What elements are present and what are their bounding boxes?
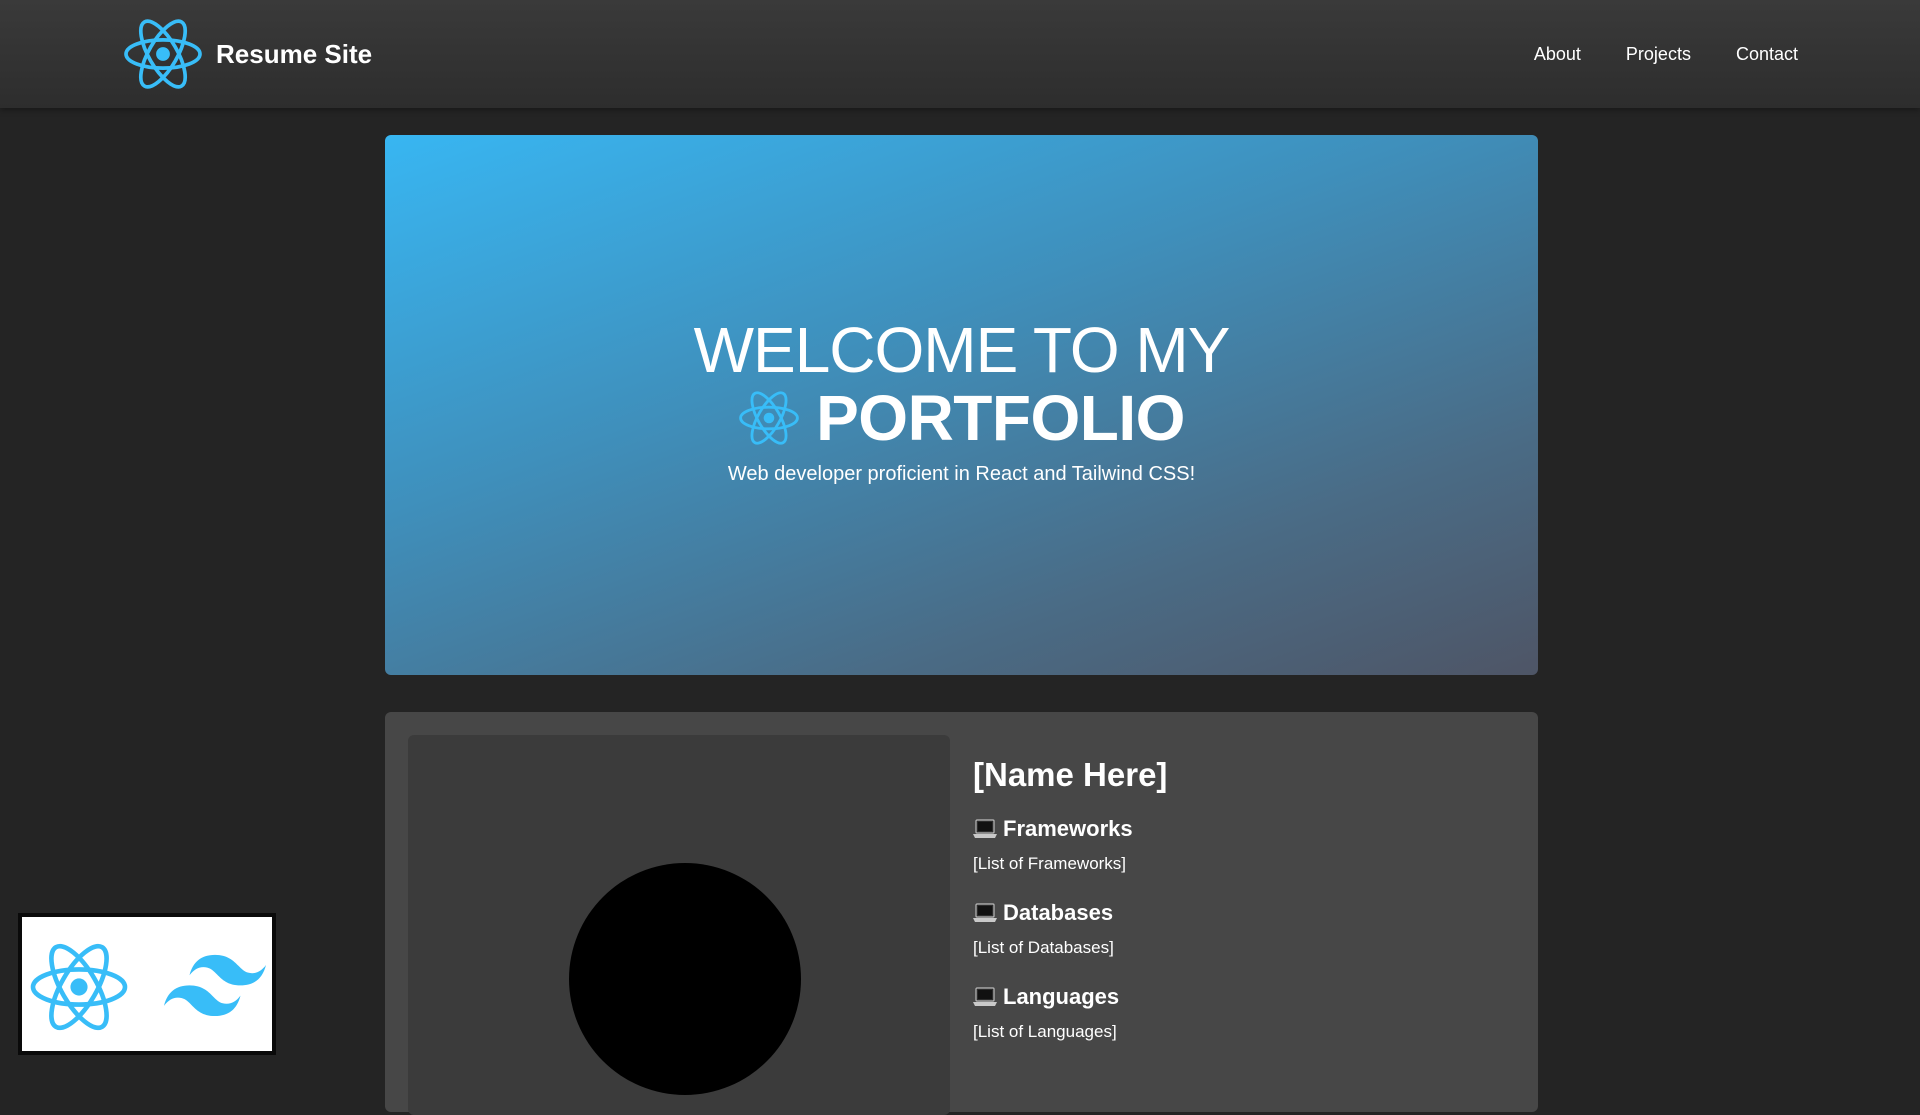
- section-title: Frameworks: [1003, 816, 1133, 841]
- profile-name: [Name Here]: [973, 756, 1168, 793]
- nav-links: About Projects Contact: [1489, 0, 1798, 108]
- laptop-icon: [973, 819, 997, 838]
- profile-details: [Name Here] Frameworks [List of Framewor…: [973, 756, 1167, 1066]
- hero-heading-line2: PORTFOLIO: [385, 382, 1538, 454]
- hero-banner: WELCOME TO MY PORTFOLIO Web developer pr…: [385, 135, 1538, 675]
- section-body: [List of Languages]: [973, 1022, 1117, 1041]
- brand-link[interactable]: Resume Site: [122, 17, 372, 91]
- section-body: [List of Databases]: [973, 938, 1114, 957]
- hero-heading-line1: WELCOME TO MY: [693, 314, 1231, 386]
- section-title: Languages: [1003, 984, 1120, 1009]
- laptop-icon: [973, 903, 997, 922]
- tech-stack-badge: [18, 913, 276, 1055]
- top-navbar: Resume Site About Projects Contact: [0, 0, 1920, 108]
- hero-content: WELCOME TO MY PORTFOLIO Web developer pr…: [385, 315, 1538, 486]
- profile-card: [Name Here] Frameworks [List of Framewor…: [385, 712, 1538, 1115]
- react-atom-icon: [739, 391, 799, 445]
- brand-title: Resume Site: [216, 38, 373, 69]
- hero-subtitle: Web developer proficient in React and Ta…: [727, 463, 1196, 485]
- section-heading: Databases: [973, 898, 1167, 928]
- section-heading: Frameworks: [973, 814, 1167, 844]
- avatar: [569, 863, 801, 1095]
- nav-link-projects[interactable]: Projects: [1626, 44, 1691, 65]
- tailwind-icon: [164, 954, 266, 1017]
- section-body: [List of Frameworks]: [973, 854, 1127, 873]
- skills-section-frameworks: Frameworks [List of Frameworks]: [973, 814, 1167, 874]
- nav-link-about[interactable]: About: [1534, 44, 1581, 65]
- section-heading: Languages: [973, 982, 1167, 1012]
- nav-link-contact[interactable]: Contact: [1736, 44, 1798, 65]
- photo-panel: [408, 735, 950, 1115]
- react-atom-icon: [124, 19, 202, 89]
- hero-portfolio-word: PORTFOLIO: [816, 382, 1185, 454]
- skills-section-languages: Languages [List of Languages]: [973, 982, 1167, 1042]
- react-atom-icon: [30, 943, 128, 1031]
- laptop-icon: [973, 987, 997, 1006]
- skills-section-databases: Databases [List of Databases]: [973, 898, 1167, 958]
- section-title: Databases: [1003, 900, 1114, 925]
